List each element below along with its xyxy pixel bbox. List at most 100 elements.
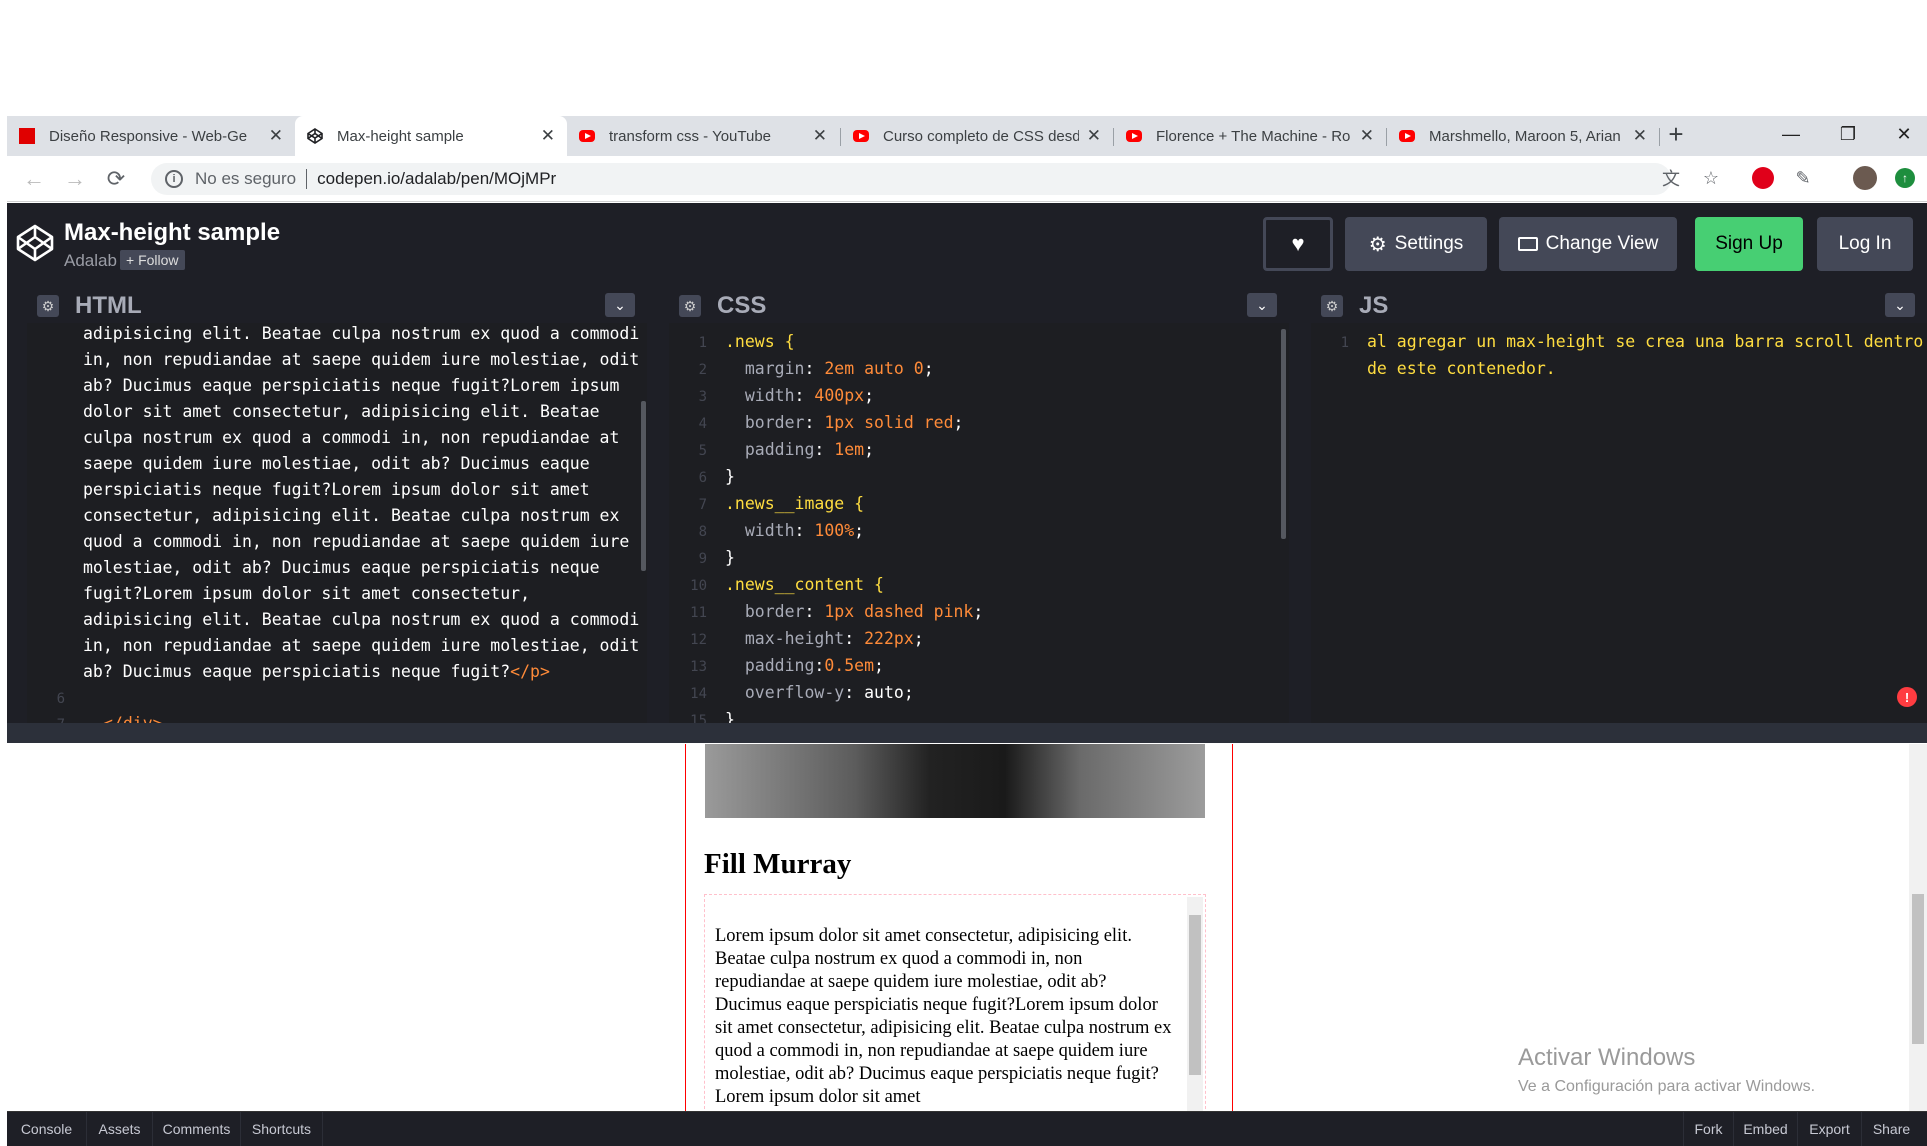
heart-button[interactable]: ♥: [1263, 217, 1333, 271]
chevron-down-icon[interactable]: ⌄: [605, 293, 635, 317]
close-tab-icon[interactable]: ✕: [541, 126, 555, 146]
chevron-down-icon[interactable]: ⌄: [1885, 293, 1915, 317]
chevron-down-icon[interactable]: ⌄: [1247, 293, 1277, 317]
code-line: 9}: [669, 545, 1289, 572]
change-view-button[interactable]: Change View: [1499, 217, 1677, 271]
login-button[interactable]: Log In: [1817, 217, 1913, 271]
close-tab-icon[interactable]: ✕: [1087, 126, 1101, 146]
code-line: saepe quidem iure molestiae, odit ab? Du…: [83, 454, 590, 473]
gear-icon[interactable]: ⚙: [1321, 295, 1343, 317]
codepen-logo-icon[interactable]: [15, 223, 55, 263]
settings-button[interactable]: ⚙ Settings: [1345, 217, 1487, 271]
pen-title: Max-height sample: [64, 219, 281, 246]
adblock-extension-icon[interactable]: [1751, 166, 1775, 190]
code-line: 14 overflow-y: auto;: [669, 680, 1289, 707]
minimize-button[interactable]: —: [1764, 116, 1818, 152]
preview-scrollbar[interactable]: [1909, 744, 1927, 1111]
follow-button[interactable]: + Follow: [120, 250, 185, 270]
fork-button[interactable]: Fork: [1683, 1112, 1733, 1146]
code-line: 4 border: 1px solid red;: [669, 410, 1289, 437]
css-value: 2em auto 0: [824, 359, 924, 378]
js-code[interactable]: 1 al agregar un max-height se crea una ba…: [1311, 329, 1927, 382]
line-number: 2: [698, 362, 707, 378]
line-number: 6: [56, 691, 65, 707]
close-tab-icon[interactable]: ✕: [813, 126, 827, 146]
close-window-button[interactable]: ✕: [1877, 116, 1927, 152]
gear-icon[interactable]: ⚙: [679, 295, 701, 317]
css-property: max-height: [744, 629, 845, 648]
info-icon[interactable]: i: [165, 170, 183, 188]
export-button[interactable]: Export: [1797, 1112, 1861, 1146]
content-scroll-thumb[interactable]: [1189, 915, 1201, 1075]
css-property: width: [744, 386, 795, 405]
assets-button[interactable]: Assets: [87, 1112, 153, 1146]
code-text: }: [725, 710, 735, 723]
security-label: No es seguro: [195, 169, 297, 188]
restore-button[interactable]: ❐: [1821, 116, 1875, 152]
avatar[interactable]: [1853, 166, 1877, 190]
console-button[interactable]: Console: [7, 1112, 87, 1146]
reload-icon[interactable]: ⟳: [101, 164, 131, 194]
preview-pane: Fill Murray Lorem ipsum dolor sit amet c…: [7, 744, 1927, 1111]
html-scrollbar[interactable]: [641, 401, 646, 571]
js-editor-panel: ⚙ JS ⌄ 1 al agregar un max-height se crea…: [1311, 283, 1927, 723]
line-number: 13: [690, 659, 707, 675]
resize-bar[interactable]: [7, 723, 1927, 743]
close-tab-icon[interactable]: ✕: [269, 126, 283, 146]
signup-button[interactable]: Sign Up: [1695, 217, 1803, 271]
browser-tab[interactable]: transform css - YouTube ✕: [567, 116, 839, 156]
red-square-icon: [19, 128, 35, 144]
youtube-icon: [1126, 130, 1142, 142]
close-tab-icon[interactable]: ✕: [1633, 126, 1647, 146]
code-line: 12 max-height: 222px;: [669, 626, 1289, 653]
comments-button[interactable]: Comments: [153, 1112, 241, 1146]
news-image: [705, 744, 1205, 818]
forward-arrow-icon[interactable]: →: [60, 164, 90, 194]
line-number: 5: [698, 443, 707, 459]
pen-author[interactable]: Adalab: [64, 251, 117, 271]
gear-icon[interactable]: ⚙: [37, 295, 59, 317]
url-text: codepen.io/adalab/pen/MOjMPr: [317, 169, 557, 188]
code-text: .news__content {: [725, 575, 884, 594]
tab-title: Curso completo de CSS desd: [883, 127, 1079, 145]
browser-tab-active[interactable]: Max-height sample ✕: [295, 116, 567, 156]
css-value: 1px dashed pink: [824, 602, 974, 621]
back-arrow-icon[interactable]: ←: [19, 164, 49, 194]
code-line: in, non repudiandae at saepe quidem iure…: [83, 350, 640, 369]
shortcuts-button[interactable]: Shortcuts: [241, 1112, 323, 1146]
code-text: ab? Ducimus eaque perspiciatis neque fug…: [83, 662, 511, 681]
browser-tab[interactable]: Diseño Responsive - Web-Ge ✕: [7, 116, 295, 156]
line-number: 10: [690, 578, 707, 594]
browser-tab[interactable]: Marshmello, Maroon 5, Arian ✕: [1387, 116, 1659, 156]
css-property: width: [744, 521, 795, 540]
css-property: overflow-y: [744, 683, 845, 702]
update-icon[interactable]: ↑: [1893, 166, 1917, 190]
error-icon[interactable]: !: [1897, 687, 1917, 707]
css-code[interactable]: 1 .news { 2 margin: 2em auto 0; 3 width: …: [669, 329, 1289, 723]
code-line: ab? Ducimus eaque perspiciatis neque fug…: [83, 376, 620, 395]
eyedropper-extension-icon[interactable]: ✎: [1791, 166, 1815, 190]
html-panel-title: HTML: [75, 292, 142, 319]
code-line: 5 padding: 1em;: [669, 437, 1289, 464]
css-scrollbar[interactable]: [1281, 329, 1286, 539]
address-bar[interactable]: i No es seguro codepen.io/adalab/pen/MOj…: [151, 163, 1671, 195]
preview-scroll-thumb[interactable]: [1912, 894, 1924, 1044]
new-tab-button[interactable]: +: [1649, 116, 1703, 152]
share-button[interactable]: Share: [1861, 1112, 1921, 1146]
line-number: 11: [690, 605, 707, 621]
code-line: fugit?Lorem ipsum dolor sit amet consect…: [83, 584, 531, 603]
css-value: auto: [864, 683, 904, 702]
html-editor-panel: ⚙ HTML ⌄ adipisicing elit. Beatae culpa …: [27, 283, 647, 723]
css-value: 222px: [864, 629, 914, 648]
bookmark-star-icon[interactable]: ☆: [1699, 166, 1723, 190]
close-tab-icon[interactable]: ✕: [1360, 126, 1374, 146]
content-scrollbar[interactable]: [1187, 897, 1203, 1111]
news-content[interactable]: Lorem ipsum dolor sit amet consectetur, …: [704, 894, 1206, 1111]
translate-icon[interactable]: 文: [1659, 166, 1683, 190]
embed-button[interactable]: Embed: [1733, 1112, 1797, 1146]
code-text: al agregar un max-height se crea una bar…: [1367, 332, 1924, 351]
browser-tab[interactable]: Curso completo de CSS desd ✕: [841, 116, 1113, 156]
html-code[interactable]: adipisicing elit. Beatae culpa nostrum e…: [27, 321, 647, 723]
browser-tab[interactable]: Florence + The Machine - Ro ✕: [1114, 116, 1386, 156]
js-panel-header: ⚙ JS ⌄: [1311, 283, 1927, 323]
